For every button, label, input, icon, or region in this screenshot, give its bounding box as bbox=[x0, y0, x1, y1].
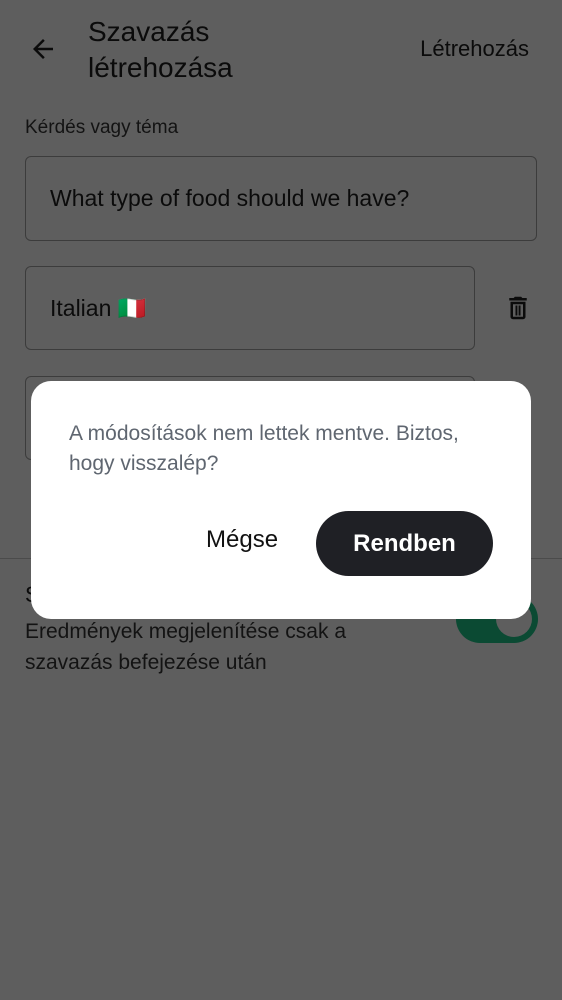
option-input-1[interactable]: Italian 🇮🇹 bbox=[25, 266, 475, 350]
trash-icon[interactable] bbox=[503, 292, 533, 324]
dialog-message: A módosítások nem lettek mentve. Biztos,… bbox=[69, 422, 459, 475]
cancel-button[interactable]: Mégse bbox=[206, 526, 278, 554]
back-arrow-icon[interactable] bbox=[28, 34, 58, 64]
unsaved-changes-dialog: A módosítások nem lettek mentve. Biztos,… bbox=[31, 381, 531, 619]
page-title: Szavazás létrehozása bbox=[88, 16, 233, 83]
question-input[interactable]: What type of food should we have? bbox=[25, 156, 537, 241]
option-value: Italian 🇮🇹 bbox=[50, 294, 147, 321]
create-button[interactable]: Létrehozás bbox=[420, 36, 529, 62]
ok-button[interactable]: Rendben bbox=[316, 511, 493, 576]
setting-description: Eredmények megjelenítése csak a szavazás… bbox=[25, 620, 346, 674]
question-value: What type of food should we have? bbox=[50, 185, 410, 211]
question-label: Kérdés vagy téma bbox=[25, 117, 179, 138]
